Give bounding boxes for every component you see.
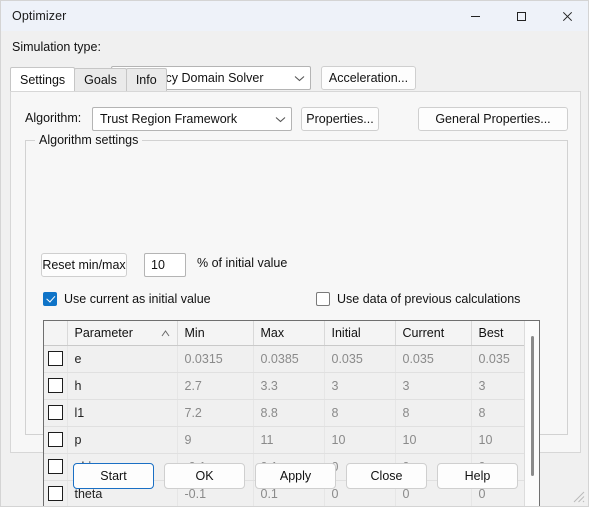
algorithm-combobox[interactable]: Trust Region Framework <box>92 107 292 131</box>
row-checkbox-cell[interactable] <box>44 426 68 454</box>
percent-label: % of initial value <box>197 256 288 270</box>
algorithm-value: Trust Region Framework <box>100 112 238 126</box>
cell-initial: 0.035 <box>324 345 396 373</box>
cell-parameter: h <box>67 372 178 400</box>
row-checkbox-cell[interactable] <box>44 399 68 427</box>
close-dialog-button[interactable]: Close <box>346 463 427 489</box>
window-title: Optimizer <box>12 9 67 23</box>
checkbox-unchecked-icon[interactable] <box>47 378 63 394</box>
algorithm-label: Algorithm: <box>25 111 82 125</box>
cell-parameter: e <box>67 345 178 373</box>
optimizer-dialog: Optimizer Simulation type: Frequency Dom… <box>0 0 589 507</box>
checkbox-unchecked-icon <box>316 292 330 306</box>
resize-grip-icon <box>573 491 585 503</box>
cell-min: 9 <box>177 426 254 454</box>
sort-ascending-icon <box>161 326 170 340</box>
use-current-as-initial-label: Use current as initial value <box>64 292 211 306</box>
cell-max: 8.8 <box>253 399 325 427</box>
row-checkbox-cell[interactable] <box>44 345 68 373</box>
tab-goals[interactable]: Goals <box>74 68 127 91</box>
dialog-button-bar: Start OK Apply Close Help <box>1 460 588 492</box>
cell-best: 3 <box>471 372 526 400</box>
percent-input[interactable]: 10 <box>144 253 186 277</box>
cell-parameter: l1 <box>67 399 178 427</box>
reset-minmax-button[interactable]: Reset min/max <box>41 253 127 277</box>
minimize-button[interactable] <box>452 1 498 31</box>
start-button[interactable]: Start <box>73 463 154 489</box>
cell-best: 0.035 <box>471 345 526 373</box>
title-bar[interactable]: Optimizer <box>1 1 588 31</box>
checkbox-unchecked-icon[interactable] <box>47 405 63 421</box>
resize-grip[interactable] <box>572 490 585 503</box>
column-header-parameter[interactable]: Parameter <box>67 321 178 346</box>
cell-current: 8 <box>395 399 472 427</box>
window-controls <box>452 1 588 31</box>
tab-info[interactable]: Info <box>125 68 167 91</box>
cell-initial: 10 <box>324 426 396 454</box>
cell-initial: 3 <box>324 372 396 400</box>
column-header-best[interactable]: Best <box>471 321 526 346</box>
column-header-current[interactable]: Current <box>395 321 472 346</box>
properties-button[interactable]: Properties... <box>301 107 379 131</box>
table-header-row: Parameter Min Max Initial Current Best <box>44 321 526 346</box>
simulation-type-label: Simulation type: <box>12 40 101 54</box>
settings-tab-panel: Algorithm: Trust Region Framework Proper… <box>10 91 581 506</box>
simulation-type-row: Simulation type: Frequency Domain Solver… <box>1 31 588 90</box>
cell-max: 11 <box>253 426 325 454</box>
table-row[interactable]: p 9 11 10 10 10 <box>44 426 526 454</box>
cell-current: 3 <box>395 372 472 400</box>
cell-current: 10 <box>395 426 472 454</box>
close-icon <box>562 11 572 21</box>
column-header-min[interactable]: Min <box>177 321 254 346</box>
cell-min: 2.7 <box>177 372 254 400</box>
use-previous-calculations-label: Use data of previous calculations <box>337 292 521 306</box>
chevron-down-icon <box>269 116 291 123</box>
cell-current: 0.035 <box>395 345 472 373</box>
checkbox-unchecked-icon[interactable] <box>47 351 63 367</box>
table-row[interactable]: l1 7.2 8.8 8 8 8 <box>44 399 526 427</box>
tab-strip: Settings Goals Info <box>10 67 581 91</box>
column-header-parameter-label: Parameter <box>74 325 133 340</box>
cell-best: 8 <box>471 399 526 427</box>
cell-best: 10 <box>471 426 526 454</box>
maximize-button[interactable] <box>498 1 544 31</box>
checkbox-unchecked-icon[interactable] <box>47 432 63 448</box>
use-previous-calculations-checkbox[interactable]: Use data of previous calculations <box>316 292 520 306</box>
close-button[interactable] <box>544 1 588 31</box>
help-button[interactable]: Help <box>437 463 518 489</box>
cell-initial: 8 <box>324 399 396 427</box>
cell-min: 0.0315 <box>177 345 254 373</box>
algorithm-settings-title: Algorithm settings <box>35 133 143 147</box>
general-properties-button[interactable]: General Properties... <box>418 107 568 131</box>
use-current-as-initial-checkbox[interactable]: Use current as initial value <box>43 292 211 306</box>
scrollbar-thumb[interactable] <box>531 336 534 476</box>
tab-settings[interactable]: Settings <box>10 67 76 91</box>
checkbox-checked-icon <box>43 292 57 306</box>
cell-parameter: p <box>67 426 178 454</box>
minimize-icon <box>470 15 480 17</box>
maximize-icon <box>516 11 526 21</box>
column-header-initial[interactable]: Initial <box>324 321 396 346</box>
ok-button[interactable]: OK <box>164 463 245 489</box>
cell-min: 7.2 <box>177 399 254 427</box>
apply-button[interactable]: Apply <box>255 463 336 489</box>
table-row[interactable]: e 0.0315 0.0385 0.035 0.035 0.035 <box>44 345 526 373</box>
column-header-select[interactable] <box>44 321 68 346</box>
cell-max: 3.3 <box>253 372 325 400</box>
cell-max: 0.0385 <box>253 345 325 373</box>
column-header-max[interactable]: Max <box>253 321 325 346</box>
table-row[interactable]: h 2.7 3.3 3 3 3 <box>44 372 526 400</box>
row-checkbox-cell[interactable] <box>44 372 68 400</box>
